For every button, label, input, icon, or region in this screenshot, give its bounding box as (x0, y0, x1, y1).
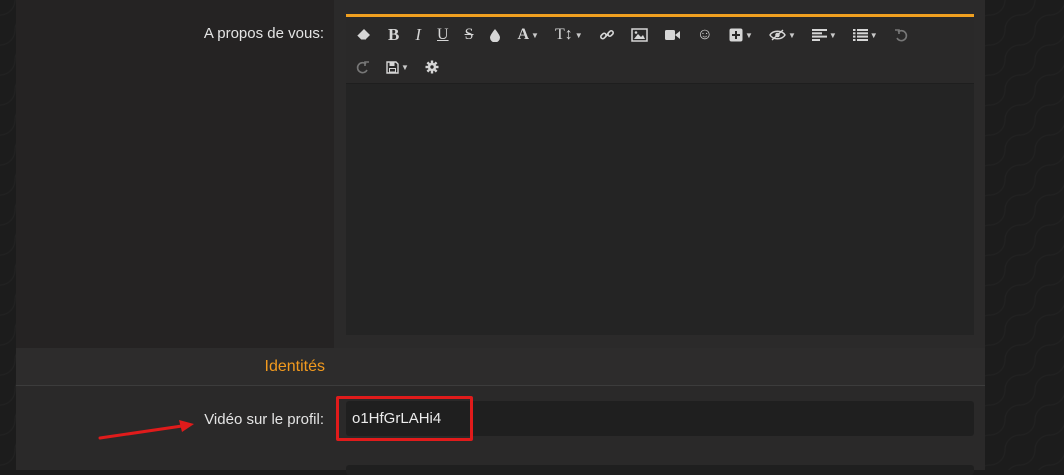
list-icon (852, 29, 868, 41)
chevron-down-icon: ▼ (787, 30, 796, 40)
chevron-down-icon: ▼ (869, 30, 878, 40)
next-field-input[interactable] (346, 465, 974, 475)
smiley-icon[interactable]: ☺ (689, 21, 721, 49)
annotation-arrow-icon (98, 420, 194, 440)
spoiler-dropdown[interactable]: ▼ (761, 21, 804, 49)
form-label-column (16, 0, 334, 348)
link-icon[interactable] (591, 21, 623, 49)
align-dropdown[interactable]: ▼ (804, 21, 845, 49)
editor-toolbar-row-2: ▼ (346, 51, 447, 83)
insert-icon (729, 28, 743, 42)
italic-button[interactable]: I (407, 21, 429, 49)
color-drop-icon[interactable] (481, 21, 509, 49)
spoiler-icon (769, 29, 786, 41)
redo-icon[interactable] (348, 53, 378, 81)
strikethrough-button[interactable]: S (457, 21, 482, 49)
settings-gear-icon[interactable] (417, 53, 447, 81)
underline-button[interactable]: U (429, 21, 457, 49)
font-family-label: A (517, 26, 530, 43)
video-icon[interactable] (656, 21, 689, 49)
video-label: Vidéo sur le profil: (204, 411, 324, 428)
editor-toolbar-row-1: B I U S A ▼ T↕ ▼ ☺ ▼ ▼ ▼ ▼ (346, 19, 916, 51)
font-size-dropdown[interactable]: T↕ ▼ (547, 21, 591, 49)
chevron-down-icon: ▼ (745, 30, 753, 40)
bold-button[interactable]: B (380, 21, 407, 49)
chevron-down-icon: ▼ (401, 62, 409, 72)
editor-toolbar: B I U S A ▼ T↕ ▼ ☺ ▼ ▼ ▼ ▼ ▼ (346, 17, 974, 84)
annotation-highlight-box (336, 396, 473, 441)
save-draft-dropdown[interactable]: ▼ (378, 53, 417, 81)
list-dropdown[interactable]: ▼ (845, 21, 886, 49)
image-icon[interactable] (623, 21, 656, 49)
section-title: Identités (264, 358, 325, 375)
font-size-label: T↕ (554, 26, 573, 43)
insert-dropdown[interactable]: ▼ (721, 21, 761, 49)
align-icon (811, 29, 827, 41)
about-rich-text-editor[interactable]: B I U S A ▼ T↕ ▼ ☺ ▼ ▼ ▼ ▼ ▼ (346, 14, 974, 335)
chevron-down-icon: ▼ (828, 30, 837, 40)
chevron-down-icon: ▼ (531, 30, 539, 40)
save-draft-icon (386, 60, 399, 74)
font-family-dropdown[interactable]: A ▼ (509, 21, 546, 49)
section-header-identites: Identités (16, 348, 985, 386)
chevron-down-icon: ▼ (574, 30, 583, 40)
eraser-icon[interactable] (348, 21, 380, 49)
about-label: A propos de vous: (203, 25, 324, 42)
undo-icon[interactable] (886, 21, 916, 49)
